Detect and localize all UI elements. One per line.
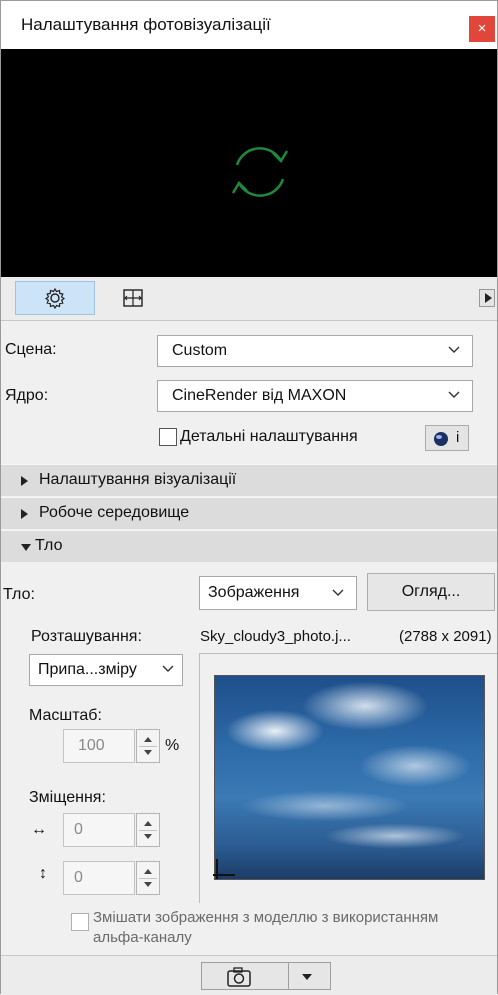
photorender-settings-window: Налаштування фотовізуалізації × Сцена: C…: [0, 0, 498, 995]
render-options-chevron-icon[interactable]: [302, 974, 312, 980]
offset-vertical-value: 0: [74, 869, 83, 886]
expand-panel-button[interactable]: [479, 289, 495, 307]
scene-dropdown[interactable]: Custom: [157, 335, 473, 367]
scene-label: Сцена:: [5, 341, 57, 358]
offset-horizontal-input[interactable]: 0: [63, 813, 135, 847]
render-preview: [1, 49, 497, 277]
background-type-value: Зображення: [208, 584, 300, 601]
chevron-down-icon: [448, 391, 460, 398]
placement-label: Розташування:: [31, 628, 142, 645]
section-background-label: Тло: [35, 537, 63, 554]
scale-stepper[interactable]: [136, 729, 160, 763]
size-tab-button[interactable]: [113, 281, 153, 315]
chevron-down-icon: [162, 665, 174, 672]
panel-toolbar: [1, 277, 497, 321]
image-file-name: Sky_cloudy3_photo.j...: [200, 628, 351, 645]
origin-marker-icon: [213, 859, 235, 879]
info-symbol: i: [456, 429, 460, 446]
render-button[interactable]: [201, 962, 331, 990]
settings-tab-button[interactable]: [15, 281, 95, 315]
section-render-settings-label: Налаштування візуалізації: [39, 471, 237, 488]
bottom-bar: [1, 955, 497, 995]
detailed-settings-label: Детальні налаштування: [180, 428, 358, 445]
section-environment-label: Робоче середовище: [39, 504, 190, 521]
triangle-right-icon: [485, 293, 492, 303]
triangle-down-icon: [21, 544, 31, 551]
offset-horizontal-stepper[interactable]: [136, 813, 160, 847]
scale-unit: %: [165, 737, 180, 754]
scale-label: Масштаб:: [29, 707, 102, 724]
background-label: Тло:: [3, 586, 35, 603]
triangle-right-icon: [21, 476, 28, 486]
scale-value: 100: [78, 737, 105, 754]
title-bar: Налаштування фотовізуалізації ×: [1, 1, 497, 49]
offset-vertical-stepper[interactable]: [136, 861, 160, 895]
offset-vertical-input[interactable]: 0: [63, 861, 135, 895]
background-type-dropdown[interactable]: Зображення: [199, 576, 357, 610]
background-image-thumbnail: [214, 675, 485, 880]
gear-icon: [44, 287, 66, 309]
placement-value: Припа...зміру: [38, 661, 137, 678]
image-file-size: (2788 x 2091): [399, 628, 492, 645]
alpha-blend-checkbox[interactable]: [71, 913, 89, 931]
section-background[interactable]: Тло: [1, 530, 497, 562]
refresh-icon: [231, 147, 289, 197]
engine-info-button[interactable]: i: [425, 425, 469, 451]
window-title: Налаштування фотовізуалізації: [21, 15, 271, 34]
horizontal-arrow-icon: ↔: [31, 821, 47, 838]
vertical-arrow-icon: ↕: [39, 865, 47, 882]
engine-label: Ядро:: [5, 387, 49, 404]
triangle-right-icon: [21, 509, 28, 519]
scale-input[interactable]: 100: [63, 729, 135, 763]
detailed-settings-checkbox[interactable]: [159, 428, 177, 446]
section-render-settings[interactable]: Налаштування візуалізації: [1, 464, 497, 496]
offset-horizontal-value: 0: [74, 821, 83, 838]
camera-icon: [227, 967, 251, 987]
frame-size-icon: [123, 289, 143, 307]
browse-button[interactable]: Огляд...: [367, 573, 495, 611]
scene-value: Custom: [172, 342, 228, 359]
placement-dropdown[interactable]: Припа...зміру: [29, 654, 183, 686]
engine-dropdown[interactable]: CineRender від MAXON: [157, 380, 473, 412]
cinema4d-icon: [434, 432, 448, 446]
close-button[interactable]: ×: [469, 16, 495, 42]
offset-label: Зміщення:: [29, 789, 106, 806]
alpha-blend-label-line1: Змішати зображення з моделлю з використа…: [93, 909, 439, 926]
chevron-down-icon: [332, 589, 344, 596]
engine-value: CineRender від MAXON: [172, 387, 347, 404]
chevron-down-icon: [448, 346, 460, 353]
section-environment[interactable]: Робоче середовище: [1, 497, 497, 529]
alpha-blend-label-line2: альфа-каналу: [93, 929, 192, 946]
